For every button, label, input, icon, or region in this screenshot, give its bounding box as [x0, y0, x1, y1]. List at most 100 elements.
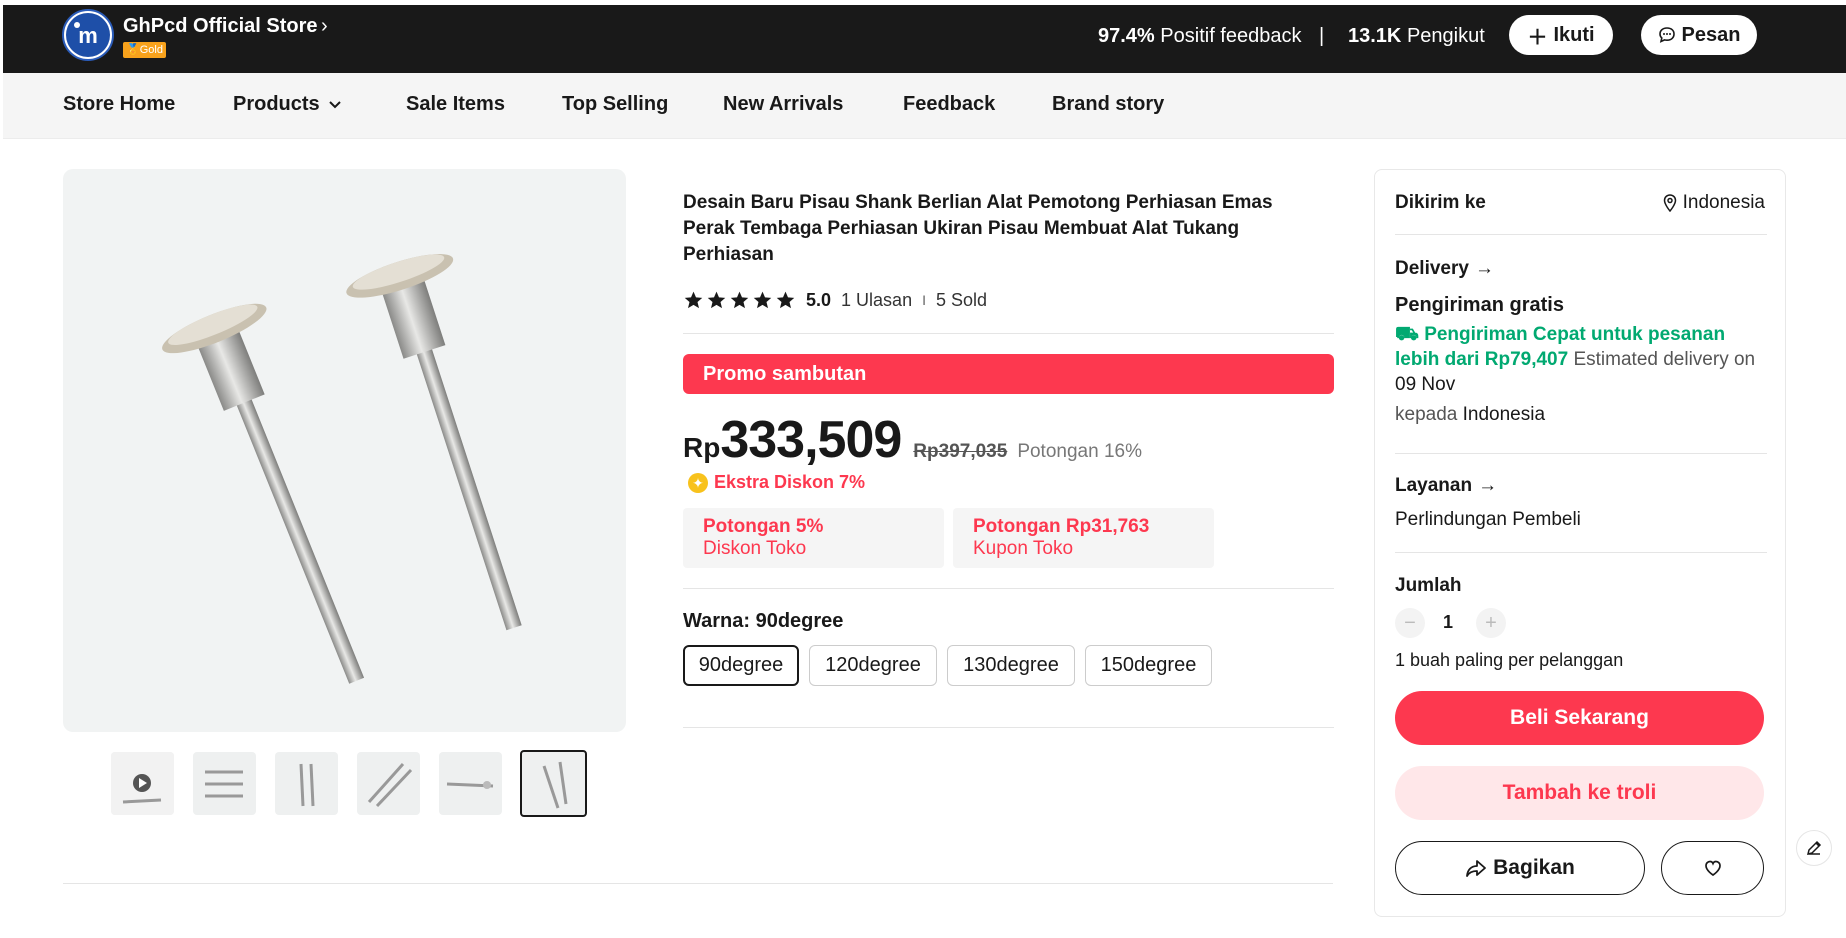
ship-to-label: Dikirim ke — [1395, 192, 1486, 213]
variant-option[interactable]: 130degree — [947, 645, 1075, 686]
store-name[interactable]: GhPcd Official Store — [123, 15, 317, 38]
follow-label: Ikuti — [1553, 23, 1595, 46]
coin-icon: ✦ — [688, 472, 708, 493]
nav-new-arrivals[interactable]: New Arrivals — [723, 93, 843, 116]
location-pin-icon — [1663, 194, 1676, 212]
delivery-link[interactable]: Delivery → — [1395, 258, 1494, 280]
divider — [683, 333, 1334, 334]
thumbnail-image[interactable] — [193, 752, 256, 815]
thumbnail-image[interactable] — [439, 752, 502, 815]
to-country: Indonesia — [1462, 404, 1546, 425]
service-label: Layanan — [1395, 475, 1473, 496]
price-original: Rp397,035 — [913, 441, 1008, 462]
svg-text:m: m — [78, 23, 98, 48]
product-title: Desain Baru Pisau Shank Berlian Alat Pem… — [683, 192, 1273, 265]
message-button[interactable]: Pesan — [1641, 15, 1757, 55]
nav-feedback[interactable]: Feedback — [903, 93, 995, 116]
variant-option[interactable]: 150degree — [1085, 645, 1212, 686]
nav-store-home[interactable]: Store Home — [63, 93, 175, 116]
nav-brand-story[interactable]: Brand story — [1052, 93, 1164, 116]
store-feedback: 97.4% Positif feedback — [1098, 25, 1301, 48]
quantity-value[interactable]: 1 — [1443, 612, 1453, 633]
share-label: Bagikan — [1493, 856, 1575, 879]
header-separator: | — [1319, 25, 1325, 47]
plus-icon: ＋ — [1527, 26, 1548, 49]
star-icon — [753, 291, 772, 309]
promo-banner: Promo sambutan — [683, 354, 1334, 394]
pencil-icon — [1806, 840, 1822, 856]
coupon-title: Potongan 5% — [703, 516, 824, 537]
free-shipping-label: Pengiriman gratis — [1395, 294, 1564, 316]
quantity-decrease-button[interactable]: − — [1395, 608, 1425, 638]
to-label: kepada — [1395, 404, 1458, 425]
variant-option[interactable]: 120degree — [809, 645, 937, 686]
arrow-right-icon: → — [1474, 258, 1494, 279]
add-to-cart-button[interactable]: Tambah ke troli — [1395, 766, 1764, 820]
divider — [683, 727, 1334, 728]
thumbnail-image-active[interactable] — [520, 750, 587, 817]
store-header: m GhPcd Official Store › 🏅Gold 97.4% Pos… — [3, 5, 1846, 73]
service-link[interactable]: Layanan → — [1395, 475, 1497, 497]
message-label: Pesan — [1681, 23, 1741, 46]
chat-icon — [1658, 27, 1675, 43]
nav-products[interactable]: Products — [233, 93, 342, 116]
wishlist-button[interactable] — [1661, 841, 1764, 895]
rating-score: 5.0 — [806, 289, 832, 310]
share-icon — [1466, 860, 1487, 877]
nav-products-label: Products — [233, 93, 320, 115]
price-value: 333,509 — [720, 411, 902, 469]
variant-option-selected[interactable]: 90degree — [683, 645, 799, 686]
divider — [63, 883, 1333, 884]
feedback-label: Positif feedback — [1160, 25, 1302, 47]
quantity-limit: 1 buah paling per pelanggan — [1395, 650, 1624, 670]
buy-now-button[interactable]: Beli Sekarang — [1395, 691, 1764, 745]
star-icon — [776, 291, 795, 309]
store-nav: Store Home Products Sale Items Top Selli… — [3, 73, 1846, 139]
store-logo[interactable]: m — [62, 9, 114, 61]
nav-sale-items[interactable]: Sale Items — [406, 93, 505, 116]
quantity-increase-button[interactable]: + — [1476, 608, 1506, 638]
coupon-subtitle: Kupon Toko — [973, 538, 1074, 559]
thumbnail-image[interactable] — [275, 752, 338, 815]
arrow-right-icon: → — [1478, 475, 1498, 496]
service-value: Perlindungan Pembeli — [1395, 509, 1581, 530]
purchase-panel: Dikirim ke Indonesia Delivery → Pengirim… — [1374, 169, 1786, 917]
fast-shipping-info: ⛟ Pengiriman Cepat untuk pesanan lebih d… — [1395, 322, 1767, 397]
reviews-link[interactable]: 1 Ulasan — [841, 290, 912, 311]
divider — [1395, 453, 1767, 454]
star-icon — [684, 291, 703, 309]
feedback-percent: 97.4% — [1098, 25, 1155, 47]
product-price: Rp 333,509 Rp397,035 Potongan 16% — [683, 410, 1142, 470]
coupon-store-discount[interactable]: Potongan 5% Diskon Toko — [683, 508, 944, 568]
product-main-image[interactable] — [63, 169, 626, 732]
rating-stars — [683, 290, 796, 310]
followers-count: 13.1K — [1348, 25, 1402, 47]
truck-icon: ⛟ — [1395, 324, 1419, 345]
extra-discount-label: Ekstra Diskon 7% — [714, 472, 866, 492]
chevron-down-icon — [328, 100, 341, 108]
followers-label: Pengikut — [1406, 25, 1485, 47]
thumbnail-image[interactable] — [357, 752, 420, 815]
gold-badge: 🏅Gold — [123, 42, 166, 58]
extra-discount[interactable]: ✦ Ekstra Diskon 7% — [688, 472, 865, 493]
price-currency: Rp — [683, 432, 721, 463]
estimated-date: 09 Nov — [1395, 374, 1456, 395]
product-rating: 5.0 1 Ulasan I 5 Sold — [683, 288, 987, 312]
ship-to-country: Indonesia — [1682, 192, 1765, 213]
coupon-store-voucher[interactable]: Potongan Rp31,763 Kupon Toko — [953, 508, 1214, 568]
follow-button[interactable]: ＋ Ikuti — [1509, 15, 1613, 55]
nav-top-selling[interactable]: Top Selling — [562, 93, 668, 116]
divider — [1395, 552, 1767, 553]
star-icon — [707, 291, 726, 309]
chevron-right-icon[interactable]: › — [321, 15, 328, 38]
ship-to-selector[interactable]: Indonesia — [1663, 192, 1765, 214]
divider — [1395, 234, 1767, 235]
share-button[interactable]: Bagikan — [1395, 841, 1645, 895]
edit-floating-button[interactable] — [1796, 830, 1832, 866]
delivery-destination: kepada Indonesia — [1395, 404, 1545, 426]
thumbnail-video[interactable] — [111, 752, 174, 815]
color-label: Warna: 90degree — [683, 610, 844, 632]
sold-count: 5 Sold — [935, 289, 988, 310]
delivery-label: Delivery — [1395, 258, 1469, 279]
quantity-label: Jumlah — [1395, 575, 1462, 596]
